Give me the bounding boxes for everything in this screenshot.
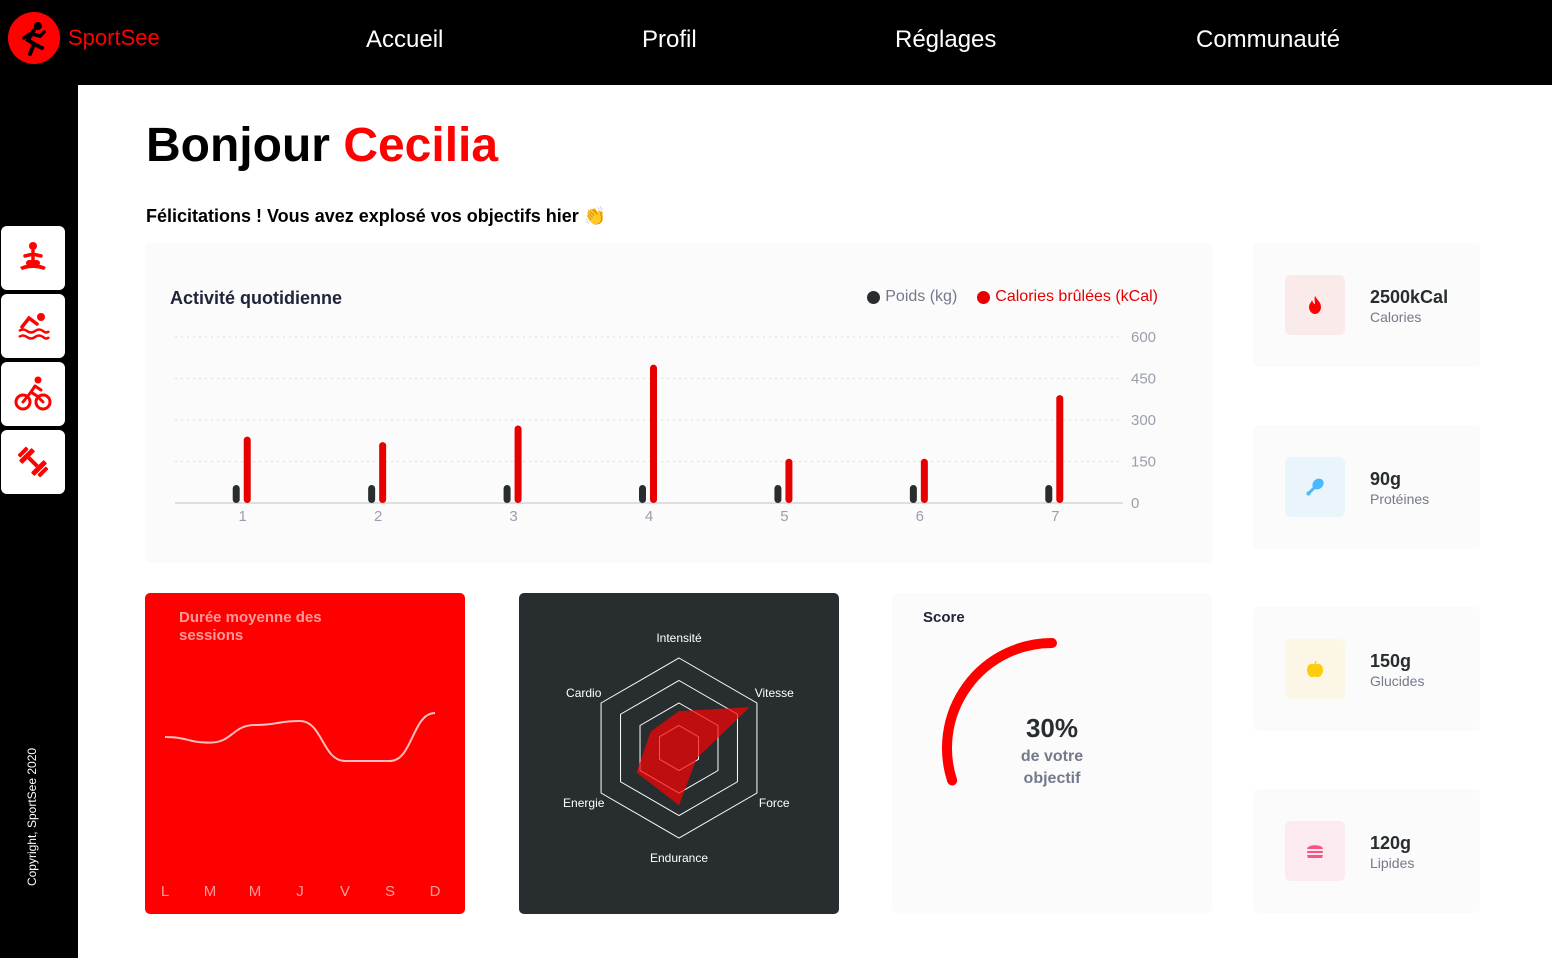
kpi-card-carbs: 150g Glucides xyxy=(1253,607,1480,731)
fire-icon xyxy=(1285,275,1345,335)
activity-bar-chart: 0 150 300 450 600 1 2 3 4 5 6 7 xyxy=(175,329,1156,525)
radar-data-area xyxy=(636,707,750,806)
copyright-text: Copyright, SportSee 2020 xyxy=(25,747,39,887)
x-tick-label: 3 xyxy=(509,508,517,525)
x-tick-label: 5 xyxy=(780,508,788,525)
page-title: Bonjour Cecilia xyxy=(146,118,498,173)
performance-radar-chart: Intensité Vitesse Force Endurance Energie Car… xyxy=(563,631,794,865)
kpi-card-lipids: 120g Lipides xyxy=(1253,789,1480,913)
kpi-carbs-label: Glucides xyxy=(1370,673,1425,689)
score-panel: Score 30% de votre objectif xyxy=(892,593,1212,914)
y-tick-label: 600 xyxy=(1131,329,1156,346)
activity-chart-panel: Activité quotidienne Poids (kg) Calories… xyxy=(145,243,1213,563)
performance-radar-panel: Intensité Vitesse Force Endurance Energie Car… xyxy=(519,593,839,914)
score-label: 30% de votre objectif xyxy=(992,713,1112,790)
radar-axis-label: Force xyxy=(759,796,790,810)
sessions-line-chart: LMMJVSD xyxy=(161,712,441,900)
dumbbell-icon xyxy=(17,446,49,478)
nav-profil[interactable]: Profil xyxy=(642,26,697,54)
score-line2: objectif xyxy=(1023,770,1081,787)
burger-icon xyxy=(1285,821,1345,881)
logo-text: SportSee xyxy=(68,25,160,50)
x-tick-label: 7 xyxy=(1051,508,1059,525)
score-line1: de votre xyxy=(1020,748,1084,765)
session-day-label: D xyxy=(430,883,441,900)
session-day-label: S xyxy=(385,883,395,900)
nav-accueil[interactable]: Accueil xyxy=(366,26,443,54)
x-tick-label: 2 xyxy=(374,508,382,525)
radar-axis-label: Cardio xyxy=(566,686,602,700)
calories-bar xyxy=(379,442,387,503)
chicken-icon xyxy=(1285,457,1345,517)
calories-bar xyxy=(650,364,657,503)
weight-bar xyxy=(232,485,240,503)
x-tick-label: 1 xyxy=(239,508,247,525)
swimming-button[interactable] xyxy=(1,294,65,358)
sessions-chart-panel: Durée moyenne des sessions LMMJVSD xyxy=(145,593,465,914)
y-tick-label: 450 xyxy=(1131,371,1156,388)
y-tick-label: 150 xyxy=(1131,454,1156,471)
weight-bar xyxy=(503,485,511,503)
y-tick-label: 0 xyxy=(1131,495,1139,512)
score-percentage: 30% xyxy=(1025,713,1079,743)
yoga-button[interactable] xyxy=(1,226,65,290)
sessions-line xyxy=(164,712,436,762)
apple-icon xyxy=(1285,639,1345,699)
cycling-button[interactable] xyxy=(1,362,65,426)
nav-communaute[interactable]: Communauté xyxy=(1196,26,1340,54)
x-tick-label: 4 xyxy=(645,508,653,525)
weight-bar xyxy=(774,485,782,503)
runner-icon xyxy=(8,12,60,64)
radar-axis-label: Endurance xyxy=(650,851,708,865)
kpi-proteins-value: 90g xyxy=(1370,469,1402,489)
kpi-card-proteins: 90g Protéines xyxy=(1253,425,1480,549)
cycling-icon xyxy=(14,376,52,411)
x-tick-label: 6 xyxy=(916,508,924,525)
user-name: Cecilia xyxy=(343,119,499,172)
sidebar: Copyright, SportSee 2020 xyxy=(0,85,78,958)
calories-bar xyxy=(1056,395,1064,503)
calories-bar xyxy=(514,425,522,503)
top-navbar: SportSee Accueil Profil Réglages Communa… xyxy=(0,0,1552,85)
weight-bar xyxy=(639,485,646,503)
congrats-message: Félicitations ! Vous avez explosé vos ob… xyxy=(146,206,607,226)
radar-axis-label: Energie xyxy=(563,796,605,810)
radar-axis-label: Vitesse xyxy=(755,686,794,700)
weight-bar xyxy=(1045,485,1053,503)
kpi-proteins-label: Protéines xyxy=(1370,491,1430,507)
yoga-icon xyxy=(20,242,46,270)
session-day-label: V xyxy=(340,883,350,900)
session-day-label: J xyxy=(296,883,304,900)
weight-bar xyxy=(909,485,917,503)
kpi-calories-label: Calories xyxy=(1370,309,1422,325)
dumbbell-button[interactable] xyxy=(1,430,65,494)
session-day-label: L xyxy=(161,883,169,900)
calories-bar xyxy=(920,458,928,503)
nav-reglages[interactable]: Réglages xyxy=(895,26,996,54)
kpi-calories-value: 2500kCal xyxy=(1370,287,1449,307)
kpi-card-calories: 2500kCal Calories xyxy=(1253,243,1480,367)
weight-bar xyxy=(368,485,376,503)
y-tick-label: 300 xyxy=(1131,412,1156,429)
kpi-lipids-label: Lipides xyxy=(1370,855,1415,871)
kpi-lipids-value: 120g xyxy=(1370,833,1412,853)
logo[interactable]: SportSee xyxy=(8,12,160,64)
session-day-label: M xyxy=(249,883,262,900)
radar-axis-label: Intensité xyxy=(656,631,702,645)
swimming-icon xyxy=(18,313,51,340)
session-day-label: M xyxy=(204,883,217,900)
calories-bar xyxy=(243,436,251,503)
calories-bar xyxy=(785,458,793,503)
kpi-carbs-value: 150g xyxy=(1370,651,1412,671)
greeting-hello: Bonjour xyxy=(146,119,330,172)
